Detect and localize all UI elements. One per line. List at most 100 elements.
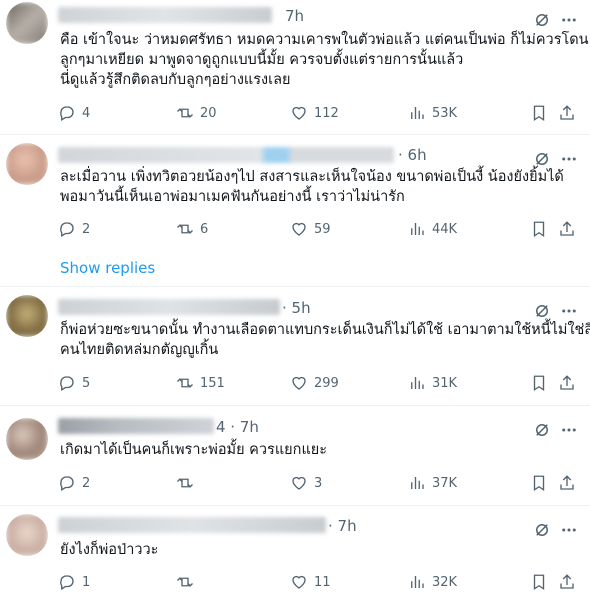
share-button[interactable] (558, 218, 576, 240)
reply-icon (60, 575, 74, 590)
bookmark-button[interactable] (530, 102, 548, 124)
views-icon (411, 107, 424, 119)
timestamp[interactable]: 4 · 7h (216, 418, 259, 436)
views-button[interactable]: 53K (408, 102, 457, 124)
repost-icon (177, 478, 193, 488)
views-button[interactable]: 37K (408, 472, 457, 494)
timestamp[interactable]: 7h (285, 7, 304, 25)
like-icon (292, 222, 306, 236)
tweet[interactable]: · 7h ยังไงก็พ่อป่าววะ 1 11 32K (0, 506, 590, 599)
repost-button[interactable]: 151 (176, 372, 225, 394)
repost-button[interactable] (176, 571, 200, 593)
avatar[interactable] (6, 418, 48, 460)
timestamp[interactable]: · 6h (398, 146, 427, 164)
views-count: 53K (432, 105, 458, 121)
reply-icon (60, 106, 74, 121)
like-icon (292, 106, 306, 120)
timestamp[interactable]: · 7h (328, 517, 357, 535)
repost-icon (177, 224, 193, 234)
more-icon[interactable] (557, 8, 581, 32)
like-count: 11 (314, 574, 331, 590)
author-name[interactable] (58, 147, 394, 163)
reply-button[interactable]: 4 (58, 102, 90, 124)
share-icon (560, 574, 574, 589)
tweet-text-line: ก็พ่อห่วยซะขนาดนั้น ทำงานเลือดตาแทบกระเด… (60, 322, 590, 338)
grok-icon[interactable] (530, 518, 554, 542)
views-button[interactable]: 44K (408, 218, 457, 240)
more-icon[interactable] (557, 418, 581, 442)
tweet[interactable]: 7h คือ เข้าใจนะ ว่าหมดศรัทธา หมดความเคาร… (0, 0, 590, 134)
tweet-actions: 2 3 37K (58, 472, 588, 494)
reply-icon (60, 376, 74, 391)
tweet-text-line: ลูกๆมาเหยียด มาพูดจาดูถูกแบบนี้มั้ย ควรจ… (60, 52, 464, 68)
tweet-text-line: คือ เข้าใจนะ ว่าหมดศรัทธา หมดความเคารพใน… (60, 32, 589, 48)
tweet-text: ละเมื่อวาน เพิ่งทวิตอวยน้องๆไป สงสารและเ… (60, 167, 580, 207)
reply-button[interactable]: 2 (58, 472, 90, 494)
author-name[interactable] (58, 418, 214, 434)
grok-icon[interactable] (530, 418, 554, 442)
tweet-actions: 4 20 112 53K (58, 102, 588, 124)
repost-icon (177, 378, 193, 388)
repost-button[interactable]: 20 (176, 102, 217, 124)
avatar[interactable] (6, 295, 48, 337)
repost-button[interactable]: 6 (176, 218, 208, 240)
author-name[interactable] (58, 299, 280, 315)
bookmark-icon (533, 221, 545, 238)
share-button[interactable] (558, 472, 576, 494)
tweet-actions: 1 11 32K (58, 571, 588, 593)
views-count: 32K (432, 574, 458, 590)
timestamp[interactable]: · 5h (282, 299, 311, 317)
show-replies-link[interactable]: Show replies (60, 259, 155, 277)
bookmark-button[interactable] (530, 571, 548, 593)
tweet[interactable]: 4 · 7h เกิดมาได้เป็นคนก็เพราะพ่อมั้ย ควร… (0, 406, 590, 505)
avatar[interactable] (6, 2, 48, 44)
bookmark-button[interactable] (530, 472, 548, 494)
views-icon (411, 377, 424, 389)
like-button[interactable]: 112 (290, 102, 339, 124)
like-button[interactable]: 11 (290, 571, 331, 593)
share-button[interactable] (558, 372, 576, 394)
bookmark-button[interactable] (530, 218, 548, 240)
like-icon (292, 575, 306, 589)
reply-button[interactable]: 1 (58, 571, 90, 593)
author-name[interactable] (58, 7, 272, 23)
views-count: 31K (432, 375, 458, 391)
avatar[interactable] (6, 143, 48, 185)
repost-button[interactable] (176, 472, 200, 494)
share-icon (560, 105, 574, 120)
like-button[interactable]: 299 (290, 372, 339, 394)
tweet-text-line: คนไทยติดหล่มกตัญญูเกิ้น (60, 342, 219, 358)
reply-icon (60, 222, 74, 237)
share-icon (560, 221, 574, 236)
author-name[interactable] (58, 517, 326, 533)
tweet[interactable]: · 6h ละเมื่อวาน เพิ่งทวิตอวยน้องๆไป สงสา… (0, 135, 590, 285)
tweet-text: ก็พ่อห่วยซะขนาดนั้น ทำงานเลือดตาแทบกระเด… (60, 320, 590, 360)
views-button[interactable]: 31K (408, 372, 457, 394)
reply-count: 2 (82, 475, 91, 491)
like-button[interactable]: 3 (290, 472, 322, 494)
share-button[interactable] (558, 571, 576, 593)
reply-count: 2 (82, 221, 91, 237)
bookmark-button[interactable] (530, 372, 548, 394)
like-icon (292, 376, 306, 390)
views-count: 37K (432, 475, 458, 491)
views-icon (411, 477, 424, 489)
share-button[interactable] (558, 102, 576, 124)
tweet-text-line: นี่ดูแล้วรู้สึกติดลบกับลูกๆอย่างแรงเลย (60, 72, 291, 88)
repost-icon (177, 577, 193, 587)
like-button[interactable]: 59 (290, 218, 331, 240)
grok-icon[interactable] (530, 8, 554, 32)
reply-button[interactable]: 2 (58, 218, 90, 240)
avatar[interactable] (6, 514, 48, 556)
tweet[interactable]: · 5h ก็พ่อห่วยซะขนาดนั้น ทำงานเลือดตาแทบ… (0, 287, 590, 405)
reply-count: 4 (82, 105, 91, 121)
reply-button[interactable]: 5 (58, 372, 90, 394)
tweet-text-line: ยังไงก็พ่อป่าววะ (60, 542, 159, 558)
more-icon[interactable] (557, 518, 581, 542)
tweet-actions: 5 151 299 31K (58, 372, 588, 394)
like-icon (292, 476, 306, 490)
views-button[interactable]: 32K (408, 571, 457, 593)
bookmark-icon (533, 105, 545, 122)
tweet-text-line: พอมาวันนี้เห็นเอาพ่อมาเมคฟันกันอย่างนี้ … (60, 189, 405, 205)
views-icon (411, 576, 424, 588)
